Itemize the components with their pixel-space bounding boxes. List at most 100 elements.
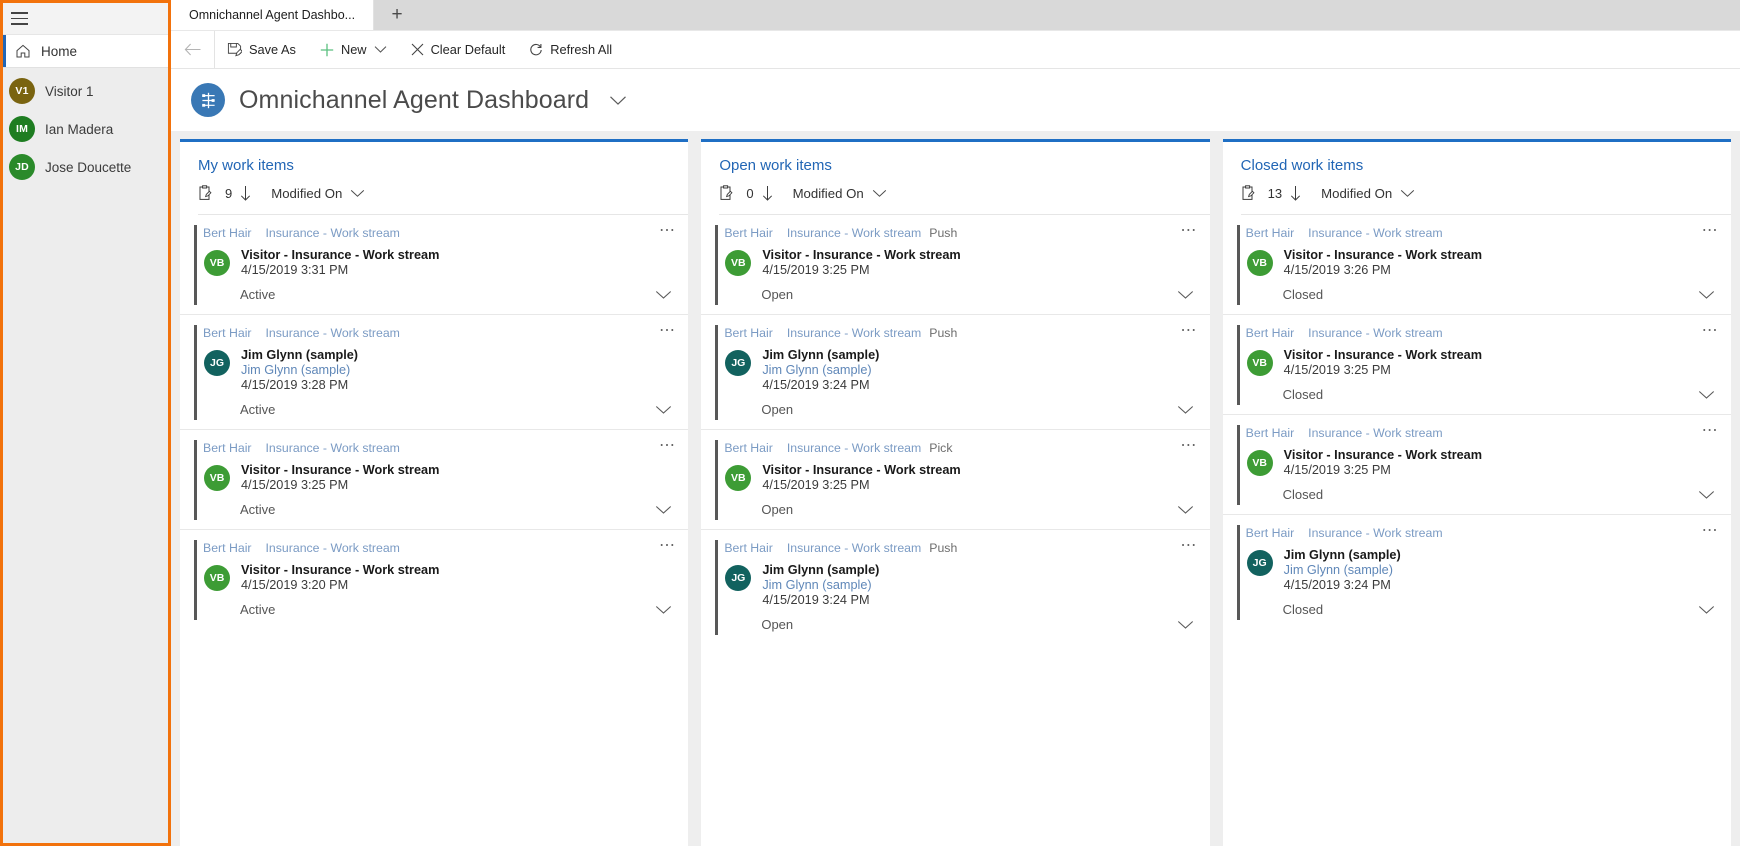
chevron-down-icon[interactable] (1400, 189, 1415, 198)
card-more-options-icon[interactable]: ⋯ (659, 438, 676, 454)
work-item-card[interactable]: ⋯ Bert Hair Insurance - Work stream VB V… (180, 429, 689, 529)
new-tab-button[interactable]: + (374, 0, 421, 30)
sidebar-item-home[interactable]: Home (3, 34, 168, 68)
hamburger-icon[interactable] (11, 12, 28, 25)
card-header: Bert Hair Insurance - Work stream (203, 541, 674, 555)
chevron-down-icon[interactable] (1177, 620, 1194, 630)
card-stream[interactable]: Insurance - Work stream (1308, 426, 1442, 440)
sidebar-hamburger-row[interactable] (3, 3, 168, 34)
chevron-down-icon[interactable] (655, 605, 672, 615)
card-mode: Pick (929, 441, 953, 455)
work-item-card[interactable]: ⋯ Bert Hair Insurance - Work stream JG J… (180, 314, 689, 429)
chevron-down-icon[interactable] (655, 290, 672, 300)
chevron-down-icon[interactable] (609, 95, 627, 106)
card-stream[interactable]: Insurance - Work stream (266, 226, 400, 240)
back-button[interactable] (171, 31, 215, 68)
chevron-down-icon[interactable] (1177, 290, 1194, 300)
sort-down-arrow-icon[interactable] (1290, 185, 1301, 201)
card-stream[interactable]: Insurance - Work stream (787, 441, 921, 455)
card-secondary-text[interactable]: Jim Glynn (sample) (241, 363, 358, 377)
card-owner[interactable]: Bert Hair (724, 541, 773, 555)
card-stream[interactable]: Insurance - Work stream (787, 326, 921, 340)
panel-title[interactable]: Closed work items (1241, 157, 1731, 174)
work-item-card[interactable]: ⋯ Bert Hair Insurance - Work stream VB V… (1222, 314, 1731, 414)
card-stream[interactable]: Insurance - Work stream (266, 541, 400, 555)
work-item-card[interactable]: ⋯ Bert Hair Insurance - Work stream Pick… (701, 429, 1210, 529)
work-item-card[interactable]: ⋯ Bert Hair Insurance - Work stream Push… (701, 529, 1210, 644)
sidebar-person-1[interactable]: IM Ian Madera (3, 115, 168, 143)
card-more-options-icon[interactable]: ⋯ (1180, 438, 1197, 454)
card-secondary-text[interactable]: Jim Glynn (sample) (1284, 563, 1401, 577)
chevron-down-icon[interactable] (350, 189, 365, 198)
sidebar-person-2[interactable]: JD Jose Doucette (3, 153, 168, 181)
save-as-button[interactable]: Save As (215, 31, 308, 68)
sidebar-person-0[interactable]: V1 Visitor 1 (3, 77, 168, 105)
refresh-all-button[interactable]: Refresh All (517, 31, 624, 68)
card-more-options-icon[interactable]: ⋯ (659, 323, 676, 339)
work-item-card[interactable]: ⋯ Bert Hair Insurance - Work stream VB V… (180, 215, 688, 314)
card-more-options-icon[interactable]: ⋯ (659, 538, 676, 554)
chevron-down-icon[interactable] (1177, 505, 1194, 515)
chevron-down-icon[interactable] (1698, 290, 1715, 300)
chevron-down-icon[interactable] (655, 405, 672, 415)
work-item-card[interactable]: ⋯ Bert Hair Insurance - Work stream Push… (701, 314, 1210, 429)
card-more-options-icon[interactable]: ⋯ (1180, 538, 1197, 554)
sort-down-arrow-icon[interactable] (762, 185, 773, 201)
card-stream[interactable]: Insurance - Work stream (266, 441, 400, 455)
card-owner[interactable]: Bert Hair (203, 226, 252, 240)
card-stream[interactable]: Insurance - Work stream (1308, 526, 1442, 540)
chevron-down-icon[interactable] (655, 505, 672, 515)
chevron-down-icon[interactable] (1698, 605, 1715, 615)
work-item-card[interactable]: ⋯ Bert Hair Insurance - Work stream VB V… (1223, 215, 1731, 314)
chevron-down-icon[interactable] (1177, 405, 1194, 415)
card-stream[interactable]: Insurance - Work stream (1308, 326, 1442, 340)
clear-default-button[interactable]: Clear Default (399, 31, 518, 68)
card-stream[interactable]: Insurance - Work stream (787, 226, 921, 240)
sort-down-arrow-icon[interactable] (240, 185, 251, 201)
chevron-down-icon[interactable] (374, 45, 387, 54)
card-body: VB Visitor - Insurance - Work stream 4/1… (203, 248, 674, 277)
tab-label: Omnichannel Agent Dashbo... (189, 8, 356, 22)
panel-title[interactable]: My work items (198, 157, 688, 174)
card-more-options-icon[interactable]: ⋯ (1702, 523, 1719, 539)
work-item-card[interactable]: ⋯ Bert Hair Insurance - Work stream VB V… (1222, 414, 1731, 514)
card-owner[interactable]: Bert Hair (1246, 326, 1295, 340)
card-owner[interactable]: Bert Hair (1246, 226, 1295, 240)
work-item-card[interactable]: ⋯ Bert Hair Insurance - Work stream VB V… (180, 529, 689, 629)
card-stream[interactable]: Insurance - Work stream (1308, 226, 1442, 240)
panel-title[interactable]: Open work items (719, 157, 1209, 174)
card-owner[interactable]: Bert Hair (724, 326, 773, 340)
chevron-down-icon[interactable] (872, 189, 887, 198)
card-owner[interactable]: Bert Hair (724, 226, 773, 240)
card-secondary-text[interactable]: Jim Glynn (sample) (762, 363, 879, 377)
card-owner[interactable]: Bert Hair (203, 326, 252, 340)
card-timestamp: 4/15/2019 3:26 PM (1283, 263, 1391, 277)
card-owner[interactable]: Bert Hair (1246, 426, 1295, 440)
home-icon (15, 43, 31, 59)
card-more-options-icon[interactable]: ⋯ (1702, 323, 1719, 339)
work-item-card[interactable]: ⋯ Bert Hair Insurance - Work stream JG J… (1222, 514, 1731, 629)
card-secondary-text[interactable]: Jim Glynn (sample) (762, 578, 879, 592)
new-button[interactable]: New (308, 31, 399, 68)
chevron-down-icon[interactable] (1698, 490, 1715, 500)
card-owner[interactable]: Bert Hair (724, 441, 773, 455)
panel-sort-label[interactable]: Modified On (271, 186, 342, 201)
panel-card-list: ⋯ Bert Hair Insurance - Work stream Push… (701, 215, 1210, 846)
card-owner[interactable]: Bert Hair (203, 541, 252, 555)
card-more-options-icon[interactable]: ⋯ (659, 223, 676, 239)
panel-sort-label[interactable]: Modified On (793, 186, 864, 201)
card-stream[interactable]: Insurance - Work stream (787, 541, 921, 555)
card-more-options-icon[interactable]: ⋯ (1180, 323, 1197, 339)
tab-omnichannel-agent-dashboard[interactable]: Omnichannel Agent Dashbo... (171, 0, 375, 30)
chevron-down-icon[interactable] (1698, 390, 1715, 400)
panel-sort-label[interactable]: Modified On (1321, 186, 1392, 201)
card-more-options-icon[interactable]: ⋯ (1702, 223, 1719, 239)
card-more-options-icon[interactable]: ⋯ (1180, 223, 1197, 239)
card-owner[interactable]: Bert Hair (203, 441, 252, 455)
save-as-label: Save As (249, 42, 296, 57)
card-stream[interactable]: Insurance - Work stream (266, 326, 400, 340)
card-more-options-icon[interactable]: ⋯ (1702, 423, 1719, 439)
card-footer: Closed (1246, 602, 1717, 617)
work-item-card[interactable]: ⋯ Bert Hair Insurance - Work stream Push… (701, 215, 1209, 314)
card-owner[interactable]: Bert Hair (1246, 526, 1295, 540)
